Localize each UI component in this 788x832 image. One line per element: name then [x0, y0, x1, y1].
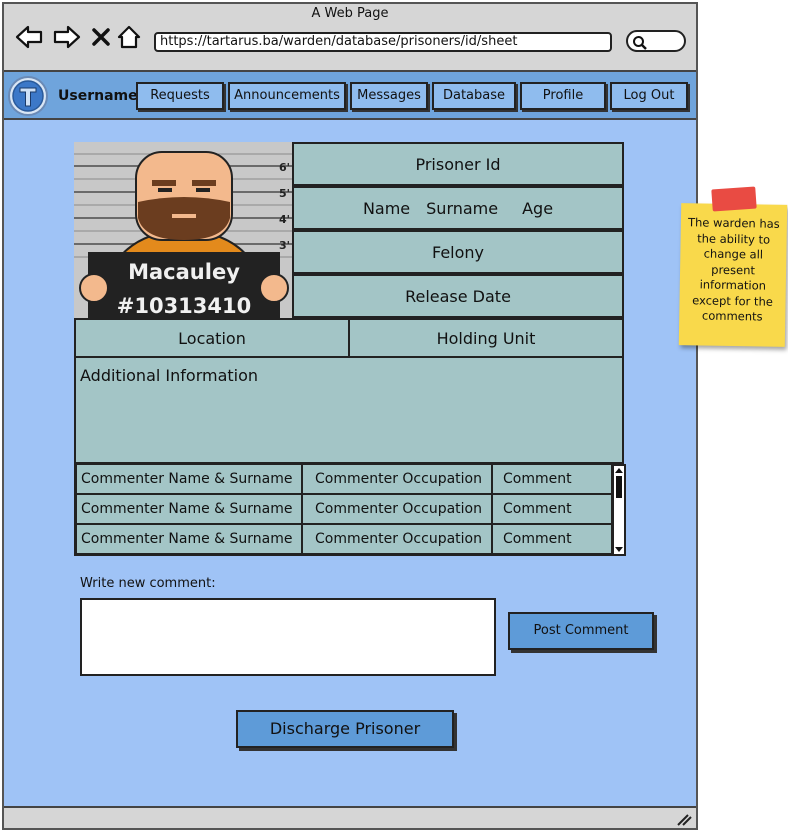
table-row-comment: Comment — [492, 464, 612, 494]
table-row-comment: Comment — [492, 524, 612, 554]
table-row-commenter-occupation: Commenter Occupation — [302, 464, 492, 494]
new-comment-textarea[interactable] — [80, 598, 496, 676]
post-comment-button[interactable]: Post Comment — [508, 612, 654, 650]
nav-logout-button[interactable]: Log Out — [610, 82, 688, 110]
additional-information-label: Additional Information — [80, 366, 259, 385]
username-label: Username — [58, 88, 138, 104]
prisoner-id-label: Prisoner Id — [415, 154, 501, 174]
height-mark: 6' — [279, 161, 290, 174]
nav-requests-button[interactable]: Requests — [136, 82, 224, 110]
placard-name: Macauley — [128, 260, 240, 284]
release-date-field[interactable]: Release Date — [292, 274, 624, 318]
home-icon[interactable] — [114, 22, 144, 52]
browser-status-bar — [4, 806, 696, 828]
discharge-prisoner-button[interactable]: Discharge Prisoner — [236, 710, 454, 748]
felony-label: Felony — [431, 242, 484, 262]
placard-number: #10313410 — [117, 294, 252, 318]
location-label: Location — [178, 328, 246, 348]
table-row-comment: Comment — [492, 494, 612, 524]
window-title: A Web Page — [311, 6, 389, 21]
table-row-commenter-name: Commenter Name & Surname — [76, 524, 302, 554]
table-row-commenter-name: Commenter Name & Surname — [76, 464, 302, 494]
search-icon — [633, 36, 647, 50]
stop-x-icon[interactable] — [86, 22, 116, 52]
surname-label: Surname — [426, 198, 499, 218]
scroll-up-arrow-icon — [615, 468, 623, 473]
height-mark: 4' — [279, 213, 290, 226]
write-comment-label: Write new comment: — [80, 576, 216, 591]
tartarus-logo-icon — [8, 76, 48, 116]
sticky-note: The warden has the ability to change all… — [678, 203, 788, 347]
back-arrow-icon[interactable] — [14, 22, 44, 52]
table-row-commenter-occupation: Commenter Occupation — [302, 494, 492, 524]
age-label: Age — [522, 198, 554, 218]
additional-information-field[interactable]: Additional Information — [74, 356, 624, 464]
nav-messages-button[interactable]: Messages — [350, 82, 428, 110]
release-date-label: Release Date — [405, 286, 511, 306]
sticky-note-text: The warden has the ability to change all… — [687, 215, 780, 324]
table-row-commenter-occupation: Commenter Occupation — [302, 524, 492, 554]
holding-unit-label: Holding Unit — [436, 328, 536, 348]
address-bar[interactable]: https://tartarus.ba/warden/database/pris… — [154, 32, 612, 52]
scrollbar-thumb — [616, 476, 622, 498]
nav-announcements-button[interactable]: Announcements — [228, 82, 346, 110]
scroll-down-arrow-icon — [615, 547, 623, 552]
comments-scrollbar[interactable] — [612, 464, 626, 556]
name-surname-age-field[interactable]: Name Surname Age — [292, 186, 624, 230]
felony-field[interactable]: Felony — [292, 230, 624, 274]
table-row-commenter-name: Commenter Name & Surname — [76, 494, 302, 524]
prisoner-id-field[interactable]: Prisoner Id — [292, 142, 624, 186]
sticky-note-tape — [711, 186, 757, 212]
nav-database-button[interactable]: Database — [432, 82, 516, 110]
holding-unit-field[interactable]: Holding Unit — [348, 318, 624, 358]
name-label: Name — [362, 198, 411, 218]
nav-profile-button[interactable]: Profile — [520, 82, 606, 110]
location-field[interactable]: Location — [74, 318, 350, 358]
height-mark: 5' — [279, 187, 290, 200]
forward-arrow-icon[interactable] — [52, 22, 82, 52]
browser-search-field[interactable] — [626, 30, 686, 52]
height-mark: 3' — [279, 239, 290, 252]
prisoner-mugshot: 6' 5' 4' 3' Macauley #10313410 — [74, 142, 294, 318]
resize-grip-icon[interactable] — [676, 812, 692, 831]
